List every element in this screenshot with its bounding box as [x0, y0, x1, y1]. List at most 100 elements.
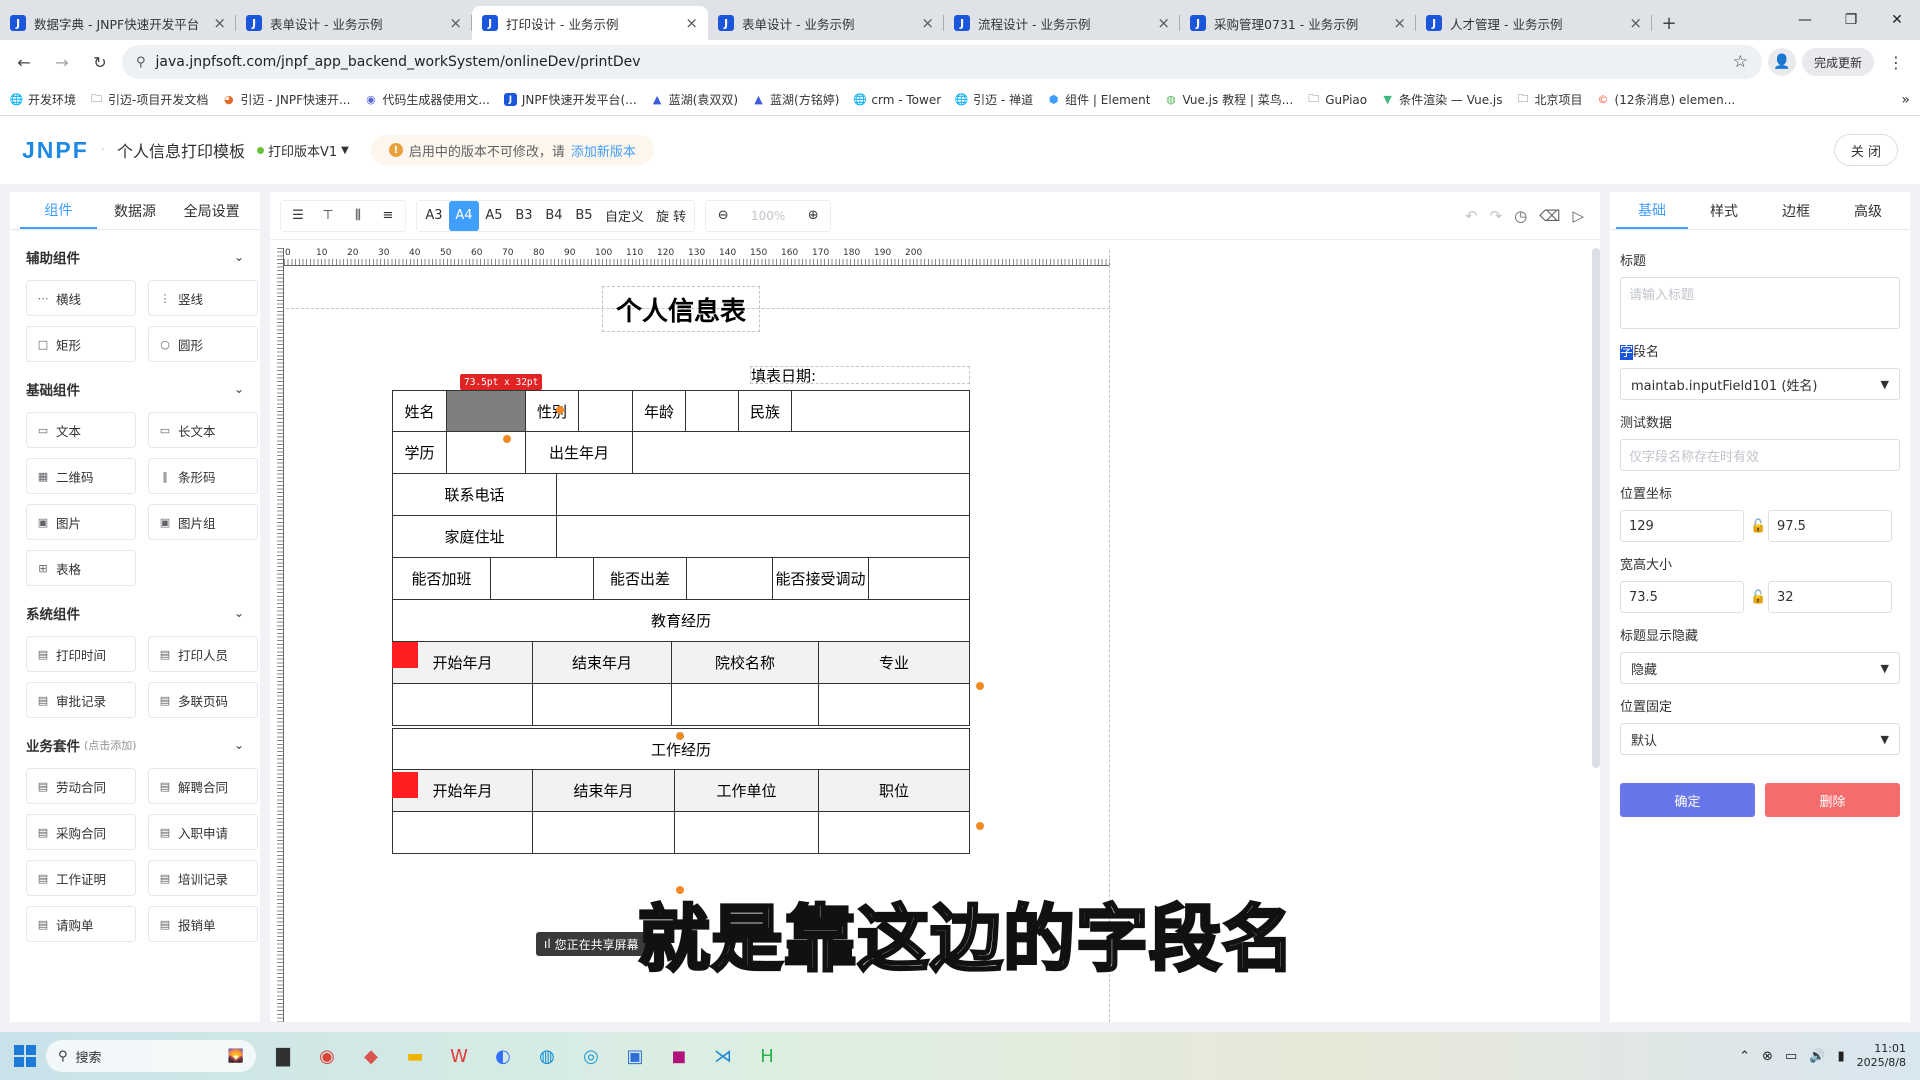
table-cell[interactable] — [579, 390, 633, 432]
close-window-icon[interactable]: ✕ — [1874, 0, 1920, 40]
component-hline[interactable]: ⋯ 横线 — [26, 280, 136, 316]
vertical-scrollbar[interactable] — [1592, 248, 1600, 768]
paper-b4-button[interactable]: B4 — [539, 201, 569, 231]
undo-icon[interactable]: ↶ — [1465, 207, 1478, 225]
table-cell[interactable] — [675, 812, 819, 854]
bookmarks-overflow-icon[interactable]: » — [1901, 92, 1910, 108]
table-cell[interactable]: 性别 — [526, 390, 579, 432]
app-icon[interactable]: ◆ — [354, 1039, 388, 1073]
component-page-number[interactable]: ▤ 多联页码 — [148, 682, 258, 718]
delete-button[interactable]: 删除 — [1765, 783, 1900, 817]
section-header[interactable]: 基础组件 ⌄ — [26, 370, 244, 408]
table-cell[interactable] — [686, 390, 739, 432]
tab-style[interactable]: 样式 — [1688, 192, 1760, 229]
new-tab-icon[interactable]: + — [1652, 6, 1686, 40]
paper-a5-button[interactable]: A5 — [479, 201, 509, 231]
preview-icon[interactable]: ▷ — [1572, 207, 1584, 225]
table-cell[interactable] — [393, 812, 533, 854]
tab-components[interactable]: 组件 — [20, 192, 97, 229]
close-tab-icon[interactable]: × — [1157, 14, 1170, 32]
table-cell[interactable] — [533, 812, 675, 854]
close-tab-icon[interactable]: × — [921, 14, 934, 32]
selected-field-cell[interactable] — [447, 390, 526, 432]
field-name-select[interactable]: maintab.inputField101 (姓名) ▼ — [1620, 368, 1900, 400]
tab-global-settings[interactable]: 全局设置 — [173, 192, 250, 229]
paper-a4-button[interactable]: A4 — [449, 200, 479, 231]
browser-tab[interactable]: J 采购管理0731 - 业务示例 × — [1180, 6, 1416, 40]
browser-tab[interactable]: J 人才管理 - 业务示例 × — [1416, 6, 1652, 40]
height-input[interactable]: 32 — [1768, 581, 1892, 613]
table-cell[interactable]: 结束年月 — [533, 642, 672, 684]
title-visibility-select[interactable]: 隐藏 ▼ — [1620, 652, 1900, 684]
component-qrcode[interactable]: ▦ 二维码 — [26, 458, 136, 494]
browser-tab[interactable]: J 表单设计 - 业务示例 × — [236, 6, 472, 40]
tray-expand-icon[interactable]: ⌃ — [1739, 1049, 1750, 1064]
bookmark-item[interactable]: 🌐 引迈 - 禅道 — [955, 91, 1033, 108]
template-labor-contract[interactable]: ▤ 劳动合同 — [26, 768, 136, 804]
edge-icon[interactable]: ◍ — [530, 1039, 564, 1073]
width-input[interactable]: 73.5 — [1620, 581, 1744, 613]
intellij-icon[interactable]: ◼ — [662, 1039, 696, 1073]
table-cell[interactable]: 职位 — [819, 770, 970, 812]
close-tab-icon[interactable]: × — [685, 14, 698, 32]
rotate-button[interactable]: 旋 转 — [650, 201, 692, 231]
component-print-user[interactable]: ▤ 打印人员 — [148, 636, 258, 672]
tab-basic[interactable]: 基础 — [1616, 192, 1688, 229]
bookmark-item[interactable]: 🗀 北京项目 — [1517, 91, 1583, 108]
red-marker[interactable] — [392, 772, 418, 798]
fill-date-label[interactable]: 填表日期: — [750, 366, 970, 385]
title-textarea[interactable]: 请输入标题 — [1620, 277, 1900, 329]
confirm-button[interactable]: 确定 — [1620, 783, 1755, 817]
table-cell[interactable] — [633, 432, 970, 474]
table-cell[interactable]: 能否出差 — [594, 558, 687, 600]
menu-icon[interactable]: ⋮ — [1880, 46, 1912, 78]
test-data-input[interactable]: 仅字段名称存在时有效 — [1620, 439, 1900, 471]
bookmark-item[interactable]: 🗀 GuPiao — [1307, 92, 1367, 107]
table-cell[interactable]: 专业 — [819, 642, 970, 684]
close-tab-icon[interactable]: × — [1393, 14, 1406, 32]
redo-icon[interactable]: ↷ — [1490, 207, 1503, 225]
template-work-proof[interactable]: ▤ 工作证明 — [26, 860, 136, 896]
bookmark-item[interactable]: J JNPF快速开发平台(... — [503, 91, 637, 108]
template-purchase-contract[interactable]: ▤ 采购合同 — [26, 814, 136, 850]
paper-b5-button[interactable]: B5 — [569, 201, 599, 231]
taskbar-search[interactable]: ⚲ 搜索 🌄 — [46, 1040, 256, 1072]
table-cell[interactable] — [792, 390, 970, 432]
table-cell[interactable]: 能否加班 — [393, 558, 491, 600]
table-cell[interactable]: 出生年月 — [526, 432, 633, 474]
browser-tab[interactable]: J 数据字典 - JNPF快速开发平台 × — [0, 6, 236, 40]
add-version-link[interactable]: 添加新版本 — [571, 141, 636, 160]
bookmark-item[interactable]: 🌐 crm - Tower — [853, 93, 941, 107]
update-button[interactable]: 完成更新 — [1801, 48, 1874, 76]
hbuilder-icon[interactable]: H — [750, 1039, 784, 1073]
forward-icon[interactable]: → — [46, 46, 78, 78]
unlock-icon[interactable]: 🔓 — [1750, 519, 1766, 534]
bookmark-item[interactable]: 🗀 引迈-项目开发文档 — [90, 91, 208, 108]
position-fixed-select[interactable]: 默认 ▼ — [1620, 723, 1900, 755]
history-icon[interactable]: ◷ — [1514, 207, 1527, 225]
component-vline[interactable]: ⋮ 竖线 — [148, 280, 258, 316]
browser-tab[interactable]: J 表单设计 - 业务示例 × — [708, 6, 944, 40]
resize-handle[interactable] — [976, 822, 984, 830]
profile-icon[interactable]: 👤 — [1767, 48, 1796, 76]
battery-icon[interactable]: ▮ — [1837, 1049, 1844, 1064]
template-purchase-request[interactable]: ▤ 请购单 — [26, 906, 136, 942]
browser-tab[interactable]: J 流程设计 - 业务示例 × — [944, 6, 1180, 40]
pos-x-input[interactable]: 129 — [1620, 510, 1744, 542]
edu-title-cell[interactable]: 教育经历 — [393, 600, 970, 642]
volume-icon[interactable]: 🔊 — [1809, 1049, 1825, 1064]
chrome-icon[interactable]: ◉ — [310, 1039, 344, 1073]
align-hcenter-icon[interactable]: ⫼ — [343, 201, 373, 231]
table-cell[interactable] — [557, 474, 970, 516]
resize-handle[interactable] — [676, 732, 684, 740]
task-view-icon[interactable]: ▇ — [266, 1039, 300, 1073]
wps-icon[interactable]: W — [442, 1039, 476, 1073]
table-cell[interactable] — [491, 558, 594, 600]
align-left-icon[interactable]: ☰ — [283, 201, 313, 231]
table-cell[interactable]: 学历 — [393, 432, 447, 474]
bookmark-item[interactable]: ▲ 蓝湖(方铭婷) — [752, 91, 839, 108]
align-top-icon[interactable]: ⊤ — [313, 201, 343, 231]
bookmark-item[interactable]: ◕ 引迈 - JNPF快速开... — [222, 91, 350, 108]
component-longtext[interactable]: ▭ 长文本 — [148, 412, 258, 448]
component-print-time[interactable]: ▤ 打印时间 — [26, 636, 136, 672]
